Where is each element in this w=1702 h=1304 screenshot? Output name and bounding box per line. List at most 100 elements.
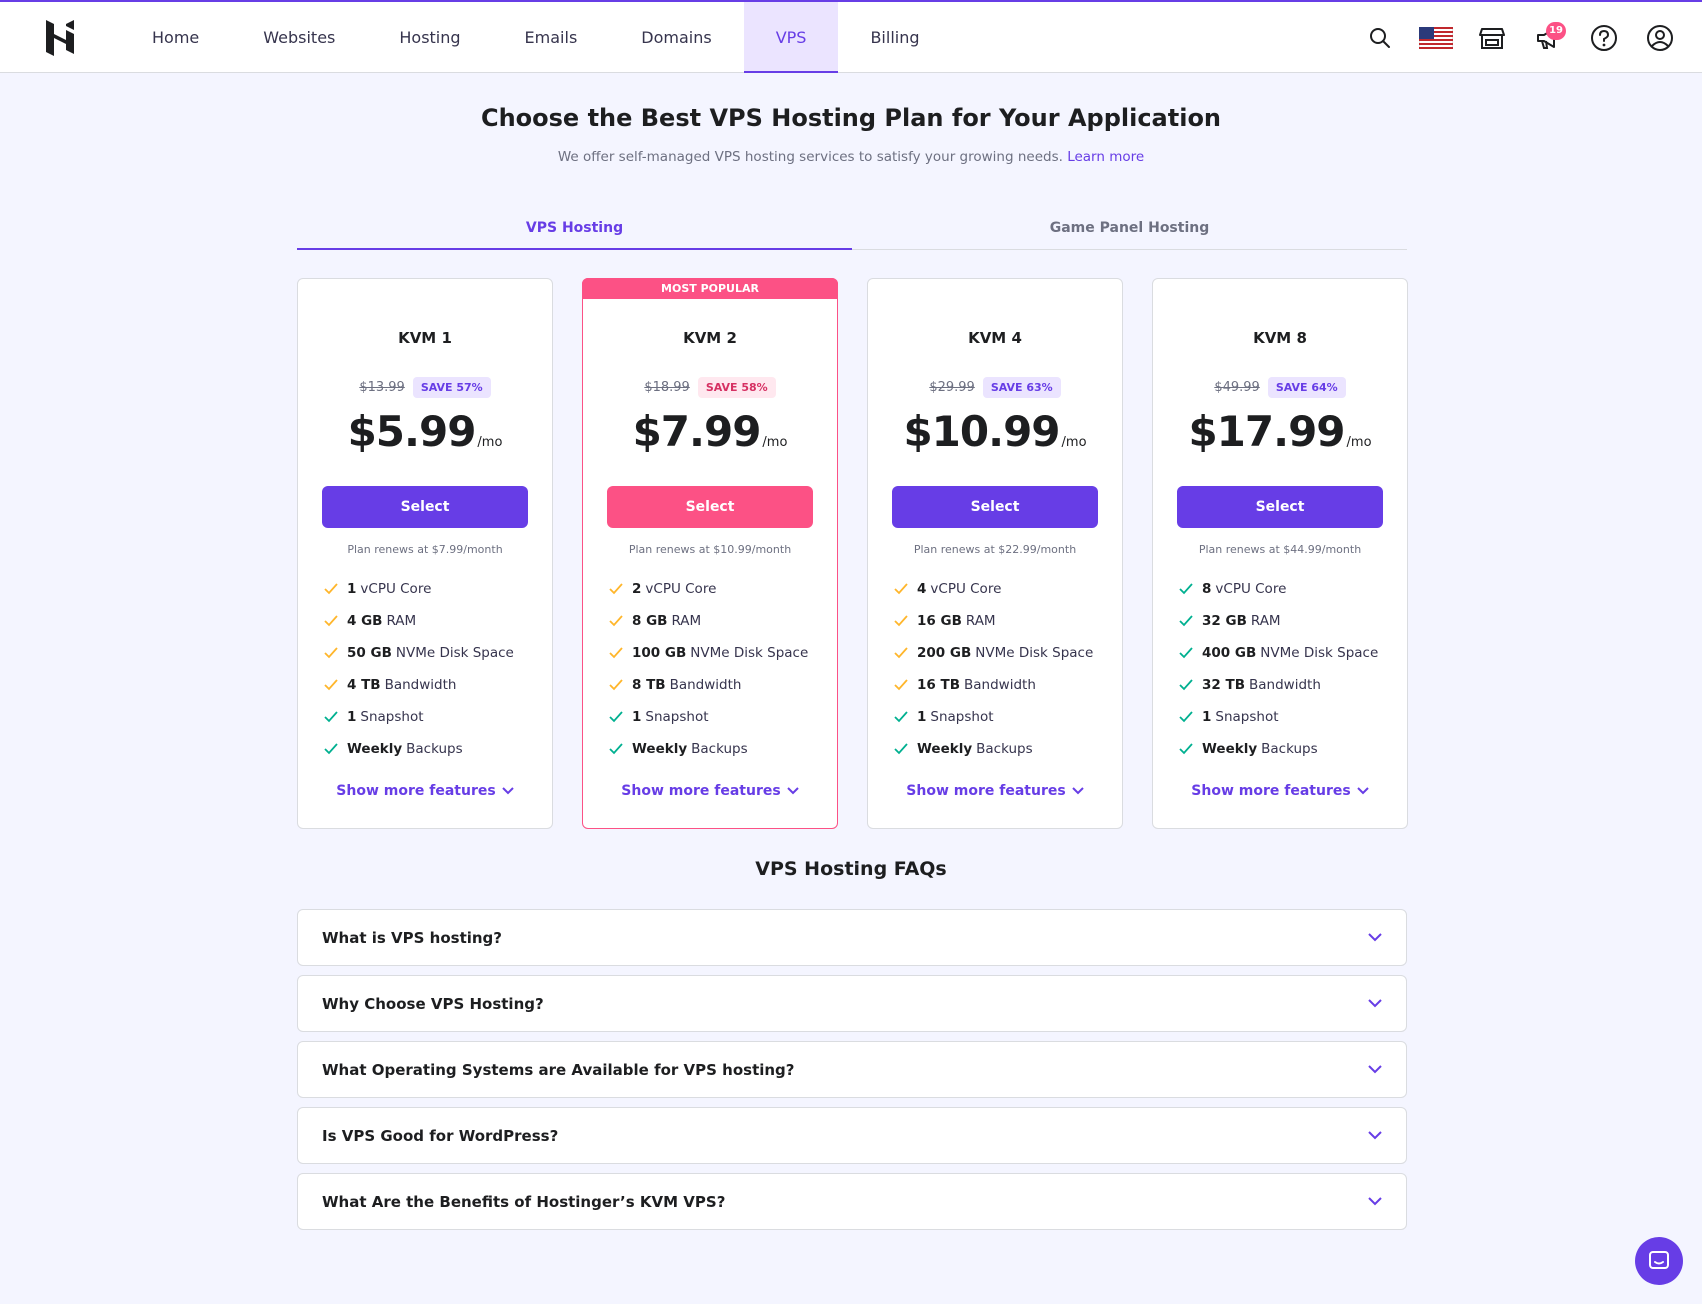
save-badge: SAVE 64% [1267,377,1346,398]
feature-value: Weekly [632,741,688,757]
notification-badge: 19 [1546,21,1566,40]
hosting-type-tabs: VPS Hosting Game Panel Hosting [297,206,1407,250]
nav-home[interactable]: Home [120,2,231,73]
plan-name: KVM 4 [968,329,1022,347]
feature-item: 8 vCPU Core [1179,573,1378,605]
feature-value: 1 [347,709,357,725]
top-navigation-bar: Home Websites Hosting Emails Domains VPS… [0,0,1702,73]
faq-item[interactable]: What is VPS hosting? [297,909,1407,966]
price: $17.99 /mo [1153,407,1407,456]
plan-card-kvm-8: KVM 8 $49.99 SAVE 64% $17.99 /mo Select … [1152,278,1408,829]
feature-item: 32 TB Bandwidth [1179,669,1378,701]
nav-vps[interactable]: VPS [743,2,839,73]
feature-value: 8 TB [632,677,666,693]
check-icon [609,679,623,691]
account-icon[interactable] [1642,20,1678,56]
renewal-note: Plan renews at $7.99/month [347,543,503,556]
feature-value: 1 [347,581,357,597]
feature-value: 2 [632,581,642,597]
feature-value: Weekly [347,741,403,757]
discount-row: $49.99 SAVE 64% [1153,377,1407,398]
check-icon [609,615,623,627]
show-more-features-link[interactable]: Show more features [583,783,837,799]
feature-value: Weekly [1202,741,1258,757]
feature-item: 400 GB NVMe Disk Space [1179,637,1378,669]
feature-item: 200 GB NVMe Disk Space [894,637,1093,669]
check-icon [1179,647,1193,659]
show-more-features-link[interactable]: Show more features [298,783,552,799]
chat-button[interactable] [1635,1237,1683,1285]
discount-row: $29.99 SAVE 63% [868,377,1122,398]
discount-row: $18.99 SAVE 58% [583,377,837,398]
learn-more-link[interactable]: Learn more [1067,149,1144,165]
save-badge: SAVE 57% [412,377,491,398]
price-unit: /mo [762,435,788,450]
feature-label: Bandwidth [1249,677,1321,693]
tab-game-panel-hosting[interactable]: Game Panel Hosting [852,206,1407,249]
select-button[interactable]: Select [322,486,528,528]
check-icon [324,583,338,595]
chevron-down-icon [501,787,514,795]
feature-label: NVMe Disk Space [975,645,1094,661]
price: $5.99 /mo [298,407,552,456]
price-value: $17.99 [1188,407,1345,456]
nav-billing[interactable]: Billing [838,2,951,73]
renewal-note: Plan renews at $10.99/month [628,543,792,556]
discount-row: $13.99 SAVE 57% [298,377,552,398]
faq-item[interactable]: Is VPS Good for WordPress? [297,1107,1407,1164]
select-button[interactable]: Select [1177,486,1383,528]
show-more-features-link[interactable]: Show more features [1153,783,1407,799]
feature-item: Weekly Backups [324,733,514,765]
feature-value: 50 GB [347,645,392,661]
check-icon [609,743,623,755]
store-icon[interactable] [1474,20,1510,56]
help-icon[interactable] [1586,20,1622,56]
nav-emails[interactable]: Emails [493,2,610,73]
feature-label: Snapshot [360,709,424,725]
chevron-down-icon [1368,1131,1382,1140]
us-flag-icon[interactable] [1418,20,1454,56]
show-more-label: Show more features [621,783,781,799]
feature-item: 100 GB NVMe Disk Space [609,637,808,669]
tab-vps-hosting[interactable]: VPS Hosting [297,206,852,250]
nav-hosting[interactable]: Hosting [367,2,492,73]
faq-title: VPS Hosting FAQs [755,858,947,880]
show-more-label: Show more features [336,783,496,799]
hostinger-logo[interactable] [44,20,76,56]
faq-item[interactable]: What Are the Benefits of Hostinger’s KVM… [297,1173,1407,1230]
feature-value: 32 TB [1202,677,1245,693]
check-icon [894,583,908,595]
search-icon[interactable] [1362,20,1398,56]
feature-item: Weekly Backups [1179,733,1378,765]
show-more-label: Show more features [906,783,1066,799]
feature-item: Weekly Backups [894,733,1093,765]
nav-domains[interactable]: Domains [609,2,743,73]
faq-question: What is VPS hosting? [322,928,502,947]
subtitle-text: We offer self-managed VPS hosting servic… [557,149,1063,165]
show-more-features-link[interactable]: Show more features [868,783,1122,799]
feature-label: Backups [1261,741,1318,757]
check-icon [324,679,338,691]
megaphone-icon[interactable]: 19 [1530,20,1566,56]
feature-item: 1 Snapshot [894,701,1093,733]
select-button[interactable]: Select [892,486,1098,528]
feature-value: 200 GB [917,645,972,661]
feature-label: RAM [965,613,996,629]
feature-value: 16 GB [917,613,962,629]
feature-label: Snapshot [930,709,994,725]
feature-label: vCPU Core [360,581,432,597]
plan-card-kvm-1: KVM 1 $13.99 SAVE 57% $5.99 /mo Select P… [297,278,553,829]
plan-card-kvm-2: MOST POPULAR KVM 2 $18.99 SAVE 58% $7.99… [582,278,838,829]
feature-label: Bandwidth [669,677,742,693]
feature-item: 8 GB RAM [609,605,808,637]
feature-value: 8 GB [632,613,668,629]
faq-item[interactable]: Why Choose VPS Hosting? [297,975,1407,1032]
faq-item[interactable]: What Operating Systems are Available for… [297,1041,1407,1098]
feature-item: 50 GB NVMe Disk Space [324,637,514,669]
feature-item: 16 GB RAM [894,605,1093,637]
select-button[interactable]: Select [607,486,813,528]
feature-label: vCPU Core [930,581,1002,597]
feature-list: 4 vCPU Core 16 GB RAM 200 GB NVMe Disk Spac… [894,573,1093,765]
chevron-down-icon [786,787,799,795]
nav-websites[interactable]: Websites [231,2,367,73]
